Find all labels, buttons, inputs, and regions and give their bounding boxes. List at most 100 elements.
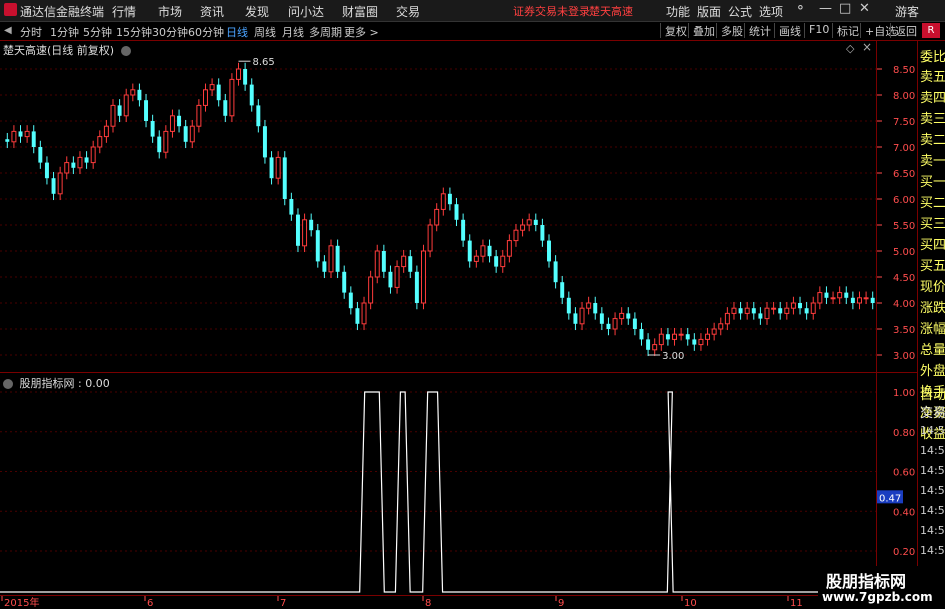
candle-body: [137, 89, 142, 101]
candle: [784, 301, 790, 320]
candle: [612, 312, 618, 336]
candle-body: [38, 147, 43, 163]
candle-body: [454, 204, 459, 220]
quote-label: 委比: [920, 50, 945, 65]
watermark-url: www.7gpzb.com: [822, 590, 933, 604]
candle: [196, 99, 202, 133]
candle-body: [163, 130, 169, 153]
candle-body: [117, 105, 122, 116]
candle-body: [103, 125, 109, 138]
price-tick-label: 8.00: [893, 91, 915, 102]
candle-body: [817, 292, 823, 304]
candle-body: [342, 271, 347, 293]
candle-body: [18, 131, 23, 137]
candle: [249, 78, 254, 112]
candle: [738, 301, 743, 320]
candle-body: [461, 219, 466, 241]
low-label: 3.00: [662, 351, 684, 362]
time-tick-label: 2015年: [4, 596, 39, 609]
candle: [665, 327, 670, 346]
candle: [18, 125, 23, 143]
candle-body: [784, 307, 790, 314]
quote-label: 买四: [920, 238, 945, 253]
quote-label: 买二: [920, 196, 945, 211]
candle-body: [646, 339, 651, 350]
tick-time: 14:56: [920, 524, 945, 537]
candle: [262, 119, 267, 164]
candle-body: [77, 156, 83, 169]
tick-time: 14:56: [920, 544, 945, 557]
candle-body: [632, 318, 637, 329]
candle-body: [150, 121, 155, 137]
candle-body: [256, 105, 261, 127]
candle: [64, 156, 70, 180]
candle: [77, 151, 83, 175]
candle: [678, 327, 684, 341]
candle: [130, 83, 136, 102]
candle-body: [24, 130, 30, 138]
tab-auto[interactable]: 自动: [920, 384, 945, 403]
quote-label: 卖二: [920, 133, 945, 148]
candle-body: [414, 271, 419, 303]
candle: [38, 140, 43, 169]
candle-body: [606, 323, 611, 329]
candle: [414, 265, 419, 310]
indicator-tick-label: 0.80: [893, 428, 915, 439]
candle: [342, 265, 347, 299]
candle-body: [487, 245, 492, 257]
candle: [421, 244, 426, 310]
candle-body: [223, 100, 228, 116]
tab-trade[interactable]: 交易: [920, 402, 945, 421]
candle-body: [209, 84, 215, 91]
candle: [31, 125, 36, 154]
candle: [844, 286, 849, 305]
candle: [243, 62, 248, 91]
candle-body: [434, 208, 440, 226]
candle-body: [658, 333, 664, 346]
high-label: 8.65: [253, 57, 275, 68]
candle-body: [751, 308, 756, 314]
candle: [751, 301, 756, 320]
quote-label: 买三: [920, 217, 945, 232]
candle: [328, 239, 334, 279]
price-tick-label: 7.50: [893, 117, 915, 128]
candle: [169, 109, 175, 138]
candle-body: [500, 255, 506, 268]
tick-time: 14:56: [920, 424, 945, 437]
candle-body: [778, 308, 783, 314]
candle-body: [724, 312, 730, 325]
candle-body: [97, 136, 103, 148]
quote-label: 卖三: [920, 112, 945, 127]
candle-body: [547, 240, 551, 262]
candle-body: [672, 333, 677, 340]
candle: [790, 296, 796, 315]
candle: [84, 151, 89, 169]
candle-body: [738, 308, 743, 314]
candle: [658, 327, 664, 351]
candle-body: [506, 240, 512, 257]
candle: [513, 223, 519, 247]
candle: [817, 286, 823, 310]
indicator-tick-label: 0.20: [893, 547, 915, 558]
candle: [203, 83, 208, 112]
candle: [5, 132, 10, 149]
chart-canvas[interactable]: 8.50 8.00 7.50 7.00 6.50 6.00 5.50 5.00 4.50 4.00…: [0, 0, 945, 609]
candle: [447, 187, 452, 211]
quote-label: 买五: [920, 259, 945, 274]
candle: [388, 265, 393, 294]
candle: [381, 244, 386, 279]
candle: [494, 249, 499, 273]
candle-body: [130, 89, 136, 96]
candle-body: [494, 256, 499, 267]
candle: [698, 333, 704, 351]
candle: [137, 83, 142, 107]
candle-body: [123, 94, 129, 117]
price-tick-label: 7.00: [893, 143, 915, 154]
time-tick-label: 7: [280, 598, 286, 609]
price-tick-label: 3.50: [893, 325, 915, 336]
candle-body: [203, 89, 208, 106]
candle: [461, 213, 466, 247]
candle: [520, 218, 526, 237]
candle: [758, 307, 763, 325]
candle: [110, 99, 116, 133]
